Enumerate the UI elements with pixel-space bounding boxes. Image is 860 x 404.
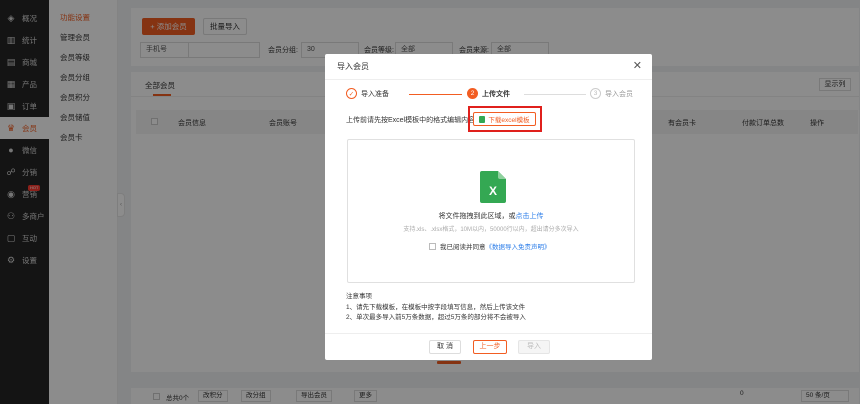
step-number: 3 — [590, 88, 601, 99]
step-label: 导入会员 — [605, 90, 633, 98]
cancel-button[interactable]: 取 消 — [429, 340, 461, 354]
step-connector — [409, 94, 462, 95]
click-upload-link[interactable]: 点击上传 — [516, 213, 544, 220]
notes-section: 注意事项 1、请先下载模板，在模板中按字段填写信息，然后上传该文件 2、单次最多… — [346, 292, 526, 324]
divider — [325, 333, 652, 334]
file-requirements: 支持.xls、.xlsx格式，10M以内，50000行以内，超出请分多次导入 — [403, 227, 579, 233]
import-members-modal: 导入会员 ✕ ✓ 导入准备 2 上传文件 3 导入会员 上传前请先按Excel模… — [325, 54, 652, 360]
drop-instruction: 将文件拖拽到此区域，或点击上传 — [348, 211, 634, 221]
upload-hint: 上传前请先按Excel模板中的格式编辑内容 — [346, 117, 476, 124]
check-icon: ✓ — [346, 88, 357, 99]
download-label: 下载excel模板 — [488, 117, 530, 124]
upload-drop-zone[interactable]: X 将文件拖拽到此区域，或点击上传 支持.xls、.xlsx格式，10M以内，5… — [347, 139, 635, 283]
step-connector — [524, 94, 586, 95]
svg-text:X: X — [489, 184, 497, 198]
divider — [325, 79, 652, 80]
step-label: 上传文件 — [482, 90, 510, 98]
modal-title: 导入会员 — [337, 62, 369, 71]
step-upload: 2 上传文件 — [467, 88, 510, 99]
previous-step-button[interactable]: 上一步 — [473, 340, 507, 354]
agreement-row: 我已阅读并同意 《数据导入免责声明》 — [429, 241, 551, 251]
agree-text: 我已阅读并同意 — [440, 244, 486, 251]
close-icon[interactable]: ✕ — [633, 59, 642, 72]
step-label: 导入准备 — [361, 90, 389, 98]
excel-file-icon — [479, 115, 486, 123]
disclaimer-link[interactable]: 《数据导入免责声明》 — [486, 241, 551, 251]
notes-title: 注意事项 — [346, 293, 372, 300]
note-item: 1、请先下载模板，在模板中按字段填写信息，然后上传该文件 — [346, 303, 526, 311]
step-prepare: ✓ 导入准备 — [346, 88, 389, 99]
download-template-button[interactable]: 下载excel模板 — [473, 112, 536, 126]
excel-icon: X — [480, 171, 506, 203]
step-number: 2 — [467, 88, 478, 99]
agree-checkbox[interactable] — [429, 242, 436, 250]
drop-text: 将文件拖拽到此区域，或 — [438, 213, 516, 220]
step-import: 3 导入会员 — [590, 88, 633, 99]
note-item: 2、单次最多导入前5万条数据，超过5万条的部分将不会被导入 — [346, 314, 526, 321]
import-button[interactable]: 导入 — [518, 340, 550, 354]
